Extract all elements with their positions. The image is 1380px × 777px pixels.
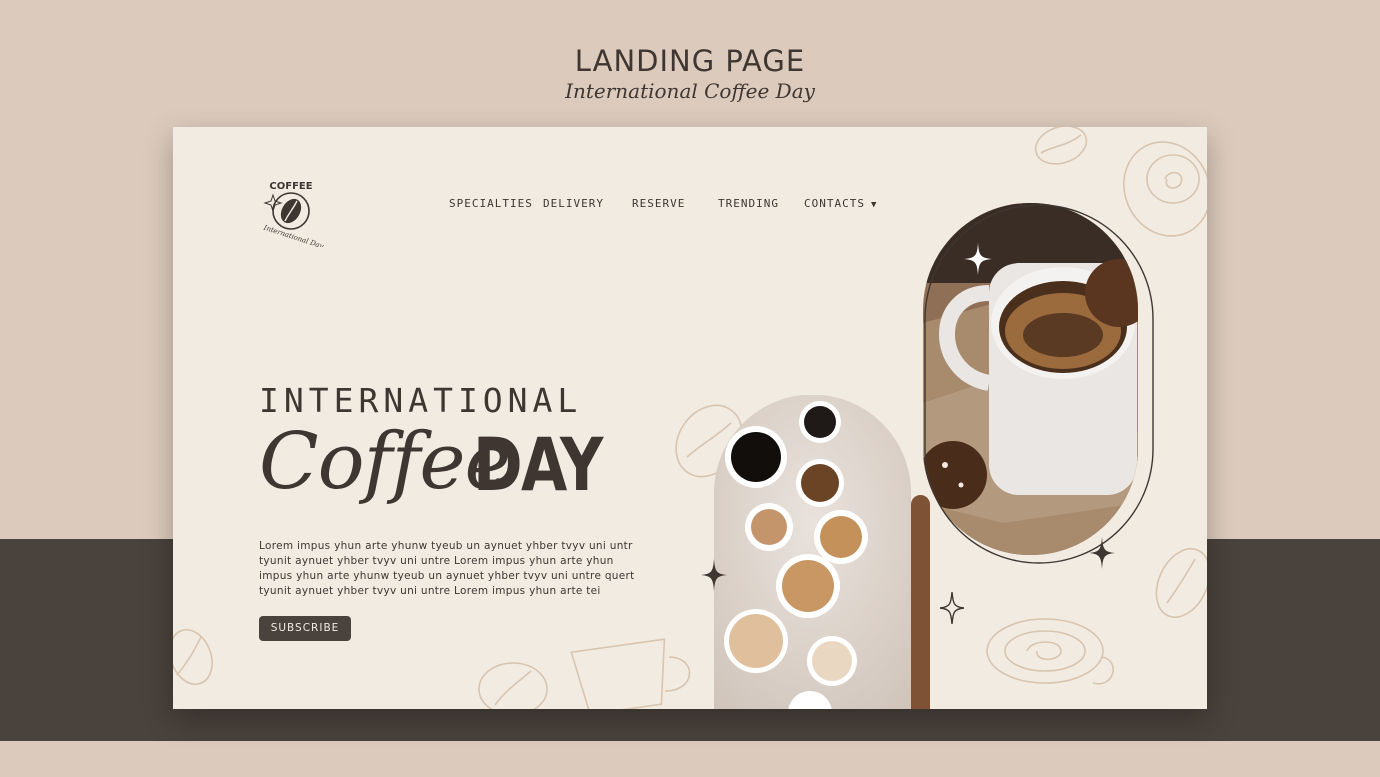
nav-item-reserve[interactable]: RESERVE xyxy=(632,197,685,210)
coffee-bean-doodle-icon xyxy=(478,662,548,709)
description-line: tyunit aynuet yhber tvyv uni untre Lorem… xyxy=(259,555,614,567)
nav-item-contacts-label: CONTACTS xyxy=(804,197,865,210)
nav-item-delivery[interactable]: DELIVERY xyxy=(543,197,604,210)
mug-doodle-icon xyxy=(570,638,691,709)
caret-down-icon: ▼ xyxy=(870,200,878,210)
coffee-bean-doodle-icon xyxy=(1034,127,1088,165)
description-line: impus yhun arte yhunw tyeub un aynuet yh… xyxy=(259,570,635,582)
nav-item-contacts[interactable]: CONTACTS ▼ xyxy=(804,197,877,210)
coffee-cups-photo xyxy=(714,395,911,709)
page-heading: LANDING PAGE xyxy=(574,44,806,78)
logo-script: International Day xyxy=(262,223,326,247)
hero-description: Lorem impus yhun arte yhunw tyeub un ayn… xyxy=(259,539,639,599)
page-subheading: International Coffee Day xyxy=(565,79,815,103)
nav-item-specialties[interactable]: SPECIALTIES xyxy=(449,197,533,210)
sparkle-icon xyxy=(964,243,992,275)
sparkle-icon xyxy=(701,559,727,591)
oval-frame xyxy=(924,204,1154,564)
coffee-bean-doodle-icon xyxy=(173,629,213,685)
hero-title-line1: INTERNATIONAL xyxy=(259,381,583,420)
landing-page-mockup: COFFEE International Day SPECIALTIES DEL… xyxy=(173,127,1207,709)
nav-item-trending[interactable]: TRENDING xyxy=(718,197,779,210)
logo-wordmark: COFFEE xyxy=(269,181,312,192)
bottom-strip xyxy=(0,741,1380,777)
sparkle-outline-icon xyxy=(939,591,965,625)
subscribe-button[interactable]: SUBSCRIBE xyxy=(259,616,351,641)
description-line: Lorem impus yhun arte yhunw tyeub un ayn… xyxy=(259,540,633,552)
coffee-logo: COFFEE International Day xyxy=(262,181,326,247)
sparkle-icon xyxy=(1089,537,1115,569)
coffee-bean-doodle-icon xyxy=(1155,548,1207,618)
coffee-cup-doodle-icon xyxy=(986,618,1114,685)
description-line: tyunit aynuet yhber tvyv uni untre Lorem… xyxy=(259,585,601,597)
hero-title-bold: DAY xyxy=(473,423,603,508)
